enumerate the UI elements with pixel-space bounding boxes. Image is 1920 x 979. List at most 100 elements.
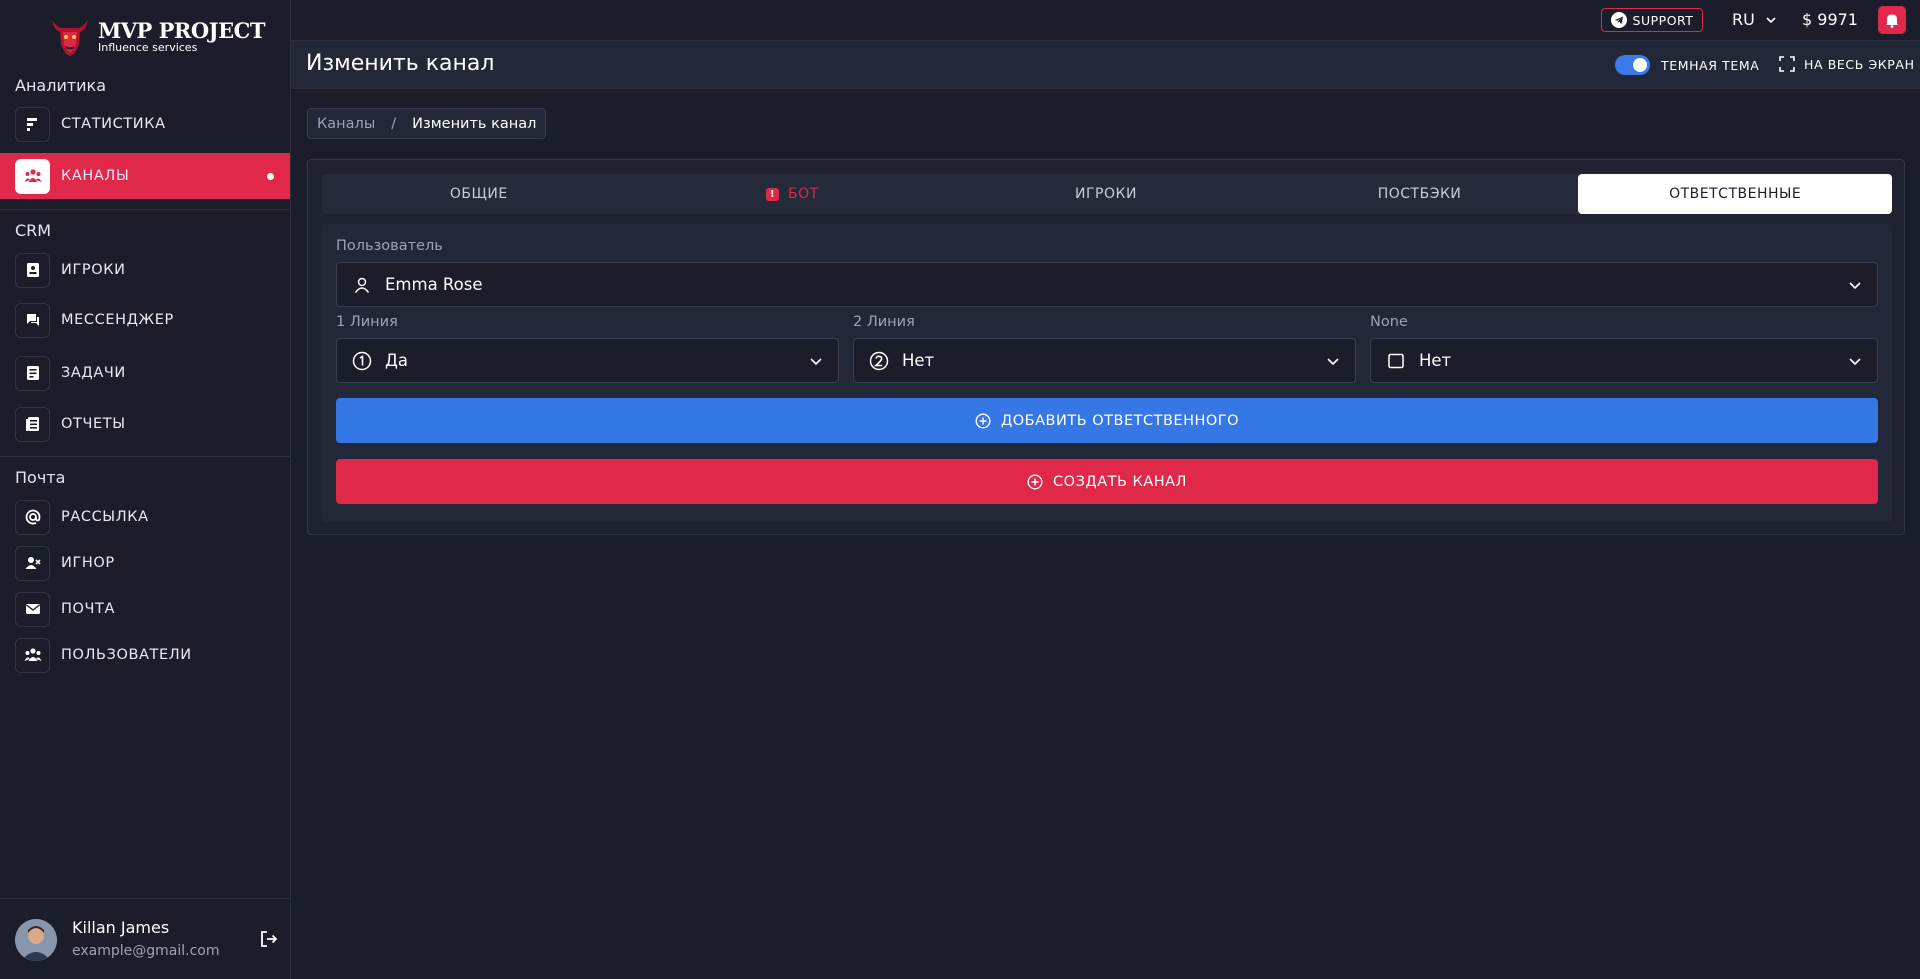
sidebar-divider bbox=[0, 209, 290, 210]
bull-logo-icon bbox=[52, 20, 88, 56]
active-indicator-dot bbox=[267, 173, 274, 180]
section-title-mail: Почта bbox=[15, 468, 66, 487]
sidebar-item-label: РАССЫЛКА bbox=[61, 509, 149, 525]
sidebar: MVP PROJECT Influence services Аналитика… bbox=[0, 0, 291, 979]
page-title: Изменить канал bbox=[306, 51, 495, 76]
line3-select[interactable]: Нет bbox=[1370, 338, 1878, 383]
toggle-knob bbox=[1633, 58, 1647, 72]
logout-icon[interactable] bbox=[259, 929, 279, 949]
line1-select[interactable]: Да bbox=[336, 338, 839, 383]
line2-select[interactable]: Нет bbox=[853, 338, 1356, 383]
sidebar-item-statistics[interactable]: СТАТИСТИКА bbox=[0, 101, 290, 147]
tab-label: ОТВЕТСТВЕННЫЕ bbox=[1669, 186, 1802, 202]
chevron-down-icon bbox=[1766, 16, 1776, 23]
users-icon bbox=[15, 158, 50, 194]
sidebar-item-label: ПОЛЬЗОВАТЕЛИ bbox=[61, 647, 192, 663]
chevron-down-icon bbox=[1849, 358, 1861, 366]
fullscreen-label: НА ВЕСЬ ЭКРАН bbox=[1804, 56, 1915, 72]
tasks-icon bbox=[15, 355, 50, 391]
user-select-value: Emma Rose bbox=[385, 275, 483, 294]
line2-field-label: 2 Линия bbox=[853, 314, 915, 330]
chevron-down-icon bbox=[810, 358, 822, 366]
sidebar-item-tasks[interactable]: ЗАДАЧИ bbox=[0, 350, 290, 396]
chevron-down-icon bbox=[1849, 282, 1861, 290]
toggle-switch[interactable] bbox=[1615, 55, 1650, 75]
fullscreen-icon bbox=[1779, 56, 1795, 72]
user-select[interactable]: Emma Rose bbox=[336, 262, 1878, 307]
edit-channel-panel: ОБЩИЕ ! БОТ ИГРОКИ ПОСТБЭКИ ОТВЕТСТВЕННЫЕ… bbox=[307, 159, 1905, 535]
balance-display: $ 9971 bbox=[1802, 10, 1858, 29]
sidebar-item-label: ПОЧТА bbox=[61, 601, 116, 617]
sidebar-item-players[interactable]: ИГРОКИ bbox=[0, 247, 290, 293]
reports-icon bbox=[15, 406, 50, 442]
bar-chart-icon bbox=[15, 106, 50, 142]
user-name: Killan James bbox=[72, 918, 170, 937]
top-bar: SUPPORT RU $ 9971 bbox=[291, 0, 1920, 40]
avatar[interactable] bbox=[15, 919, 57, 961]
line1-select-value: Да bbox=[385, 351, 409, 370]
support-label: SUPPORT bbox=[1632, 12, 1694, 28]
sidebar-item-reports[interactable]: ОТЧЕТЫ bbox=[0, 401, 290, 447]
tab-general[interactable]: ОБЩИЕ bbox=[322, 174, 636, 214]
contacts-book-icon bbox=[15, 252, 50, 288]
chevron-down-icon bbox=[1327, 358, 1339, 366]
sidebar-item-label: МЕССЕНДЖЕР bbox=[61, 312, 174, 328]
tab-postbacks[interactable]: ПОСТБЭКИ bbox=[1263, 174, 1577, 214]
sidebar-item-ignore[interactable]: ИГНОР bbox=[0, 540, 290, 586]
add-responsible-label: ДОБАВИТЬ ОТВЕТСТВЕННОГО bbox=[1000, 412, 1240, 429]
support-button[interactable]: SUPPORT bbox=[1601, 8, 1703, 32]
breadcrumb-current: Изменить канал bbox=[412, 115, 537, 132]
breadcrumb: Каналы / Изменить канал bbox=[307, 108, 547, 139]
sidebar-item-users[interactable]: ПОЛЬЗОВАТЕЛИ bbox=[0, 632, 290, 678]
sidebar-item-label: ОТЧЕТЫ bbox=[61, 416, 126, 432]
sidebar-item-label: ЗАДАЧИ bbox=[61, 365, 126, 381]
tab-responsible[interactable]: ОТВЕТСТВЕННЫЕ bbox=[1578, 174, 1892, 214]
line3-field-label: None bbox=[1370, 314, 1408, 330]
tab-label: ПОСТБЭКИ bbox=[1377, 186, 1462, 202]
telegram-icon bbox=[1610, 12, 1627, 28]
notifications-button[interactable] bbox=[1878, 6, 1906, 34]
breadcrumb-link-channels[interactable]: Каналы bbox=[317, 116, 375, 132]
sidebar-divider bbox=[0, 456, 290, 457]
fullscreen-button[interactable]: НА ВЕСЬ ЭКРАН bbox=[1779, 56, 1915, 72]
square-icon bbox=[1386, 351, 1406, 371]
sidebar-item-messenger[interactable]: МЕССЕНДЖЕР bbox=[0, 297, 290, 343]
mail-icon bbox=[15, 591, 50, 627]
line1-field-label: 1 Линия bbox=[336, 314, 398, 330]
user-icon bbox=[352, 275, 372, 295]
chat-icon bbox=[15, 302, 50, 338]
add-responsible-button[interactable]: ДОБАВИТЬ ОТВЕТСТВЕННОГО bbox=[336, 398, 1878, 443]
number-one-circle-icon bbox=[352, 351, 372, 371]
sidebar-item-mailing[interactable]: РАССЫЛКА bbox=[0, 494, 290, 540]
sidebar-item-channels[interactable]: КАНАЛЫ bbox=[0, 153, 290, 199]
sidebar-item-mail[interactable]: ПОЧТА bbox=[0, 586, 290, 632]
line3-select-value: Нет bbox=[1419, 351, 1452, 370]
bell-icon bbox=[1886, 14, 1898, 28]
tab-label: ОБЩИЕ bbox=[449, 186, 508, 202]
sidebar-item-label: ИГРОКИ bbox=[61, 262, 126, 278]
sidebar-item-label: КАНАЛЫ bbox=[61, 168, 130, 184]
alert-icon: ! bbox=[766, 187, 780, 201]
at-sign-icon bbox=[15, 499, 50, 535]
create-channel-label: СОЗДАТЬ КАНАЛ bbox=[1053, 473, 1187, 490]
tab-bar: ОБЩИЕ ! БОТ ИГРОКИ ПОСТБЭКИ ОТВЕТСТВЕННЫЕ bbox=[322, 174, 1892, 214]
breadcrumb-separator: / bbox=[391, 115, 397, 132]
section-title-analytics: Аналитика bbox=[15, 76, 107, 95]
language-select[interactable]: RU bbox=[1732, 10, 1777, 29]
tab-label: ИГРОКИ bbox=[1075, 186, 1137, 202]
tab-players[interactable]: ИГРОКИ bbox=[949, 174, 1263, 214]
users-icon bbox=[15, 637, 50, 673]
dark-theme-toggle[interactable]: ТЕМНАЯ ТЕМА bbox=[1615, 55, 1759, 75]
tab-label: БОТ bbox=[788, 186, 819, 202]
user-email: example@gmail.com bbox=[72, 943, 220, 959]
user-field-label: Пользователь bbox=[336, 238, 443, 254]
plus-circle-icon bbox=[975, 412, 991, 429]
sidebar-item-label: ИГНОР bbox=[61, 555, 115, 571]
sidebar-item-label: СТАТИСТИКА bbox=[61, 116, 166, 132]
brand-title: MVP PROJECT bbox=[98, 17, 265, 43]
number-two-circle-icon bbox=[869, 351, 889, 371]
page-header: Изменить канал ТЕМНАЯ ТЕМА НА ВЕСЬ ЭКРАН bbox=[291, 40, 1920, 89]
tab-bot[interactable]: ! БОТ bbox=[636, 174, 950, 214]
create-channel-button[interactable]: СОЗДАТЬ КАНАЛ bbox=[336, 459, 1878, 504]
brand-logo[interactable]: MVP PROJECT Influence services bbox=[48, 14, 265, 58]
